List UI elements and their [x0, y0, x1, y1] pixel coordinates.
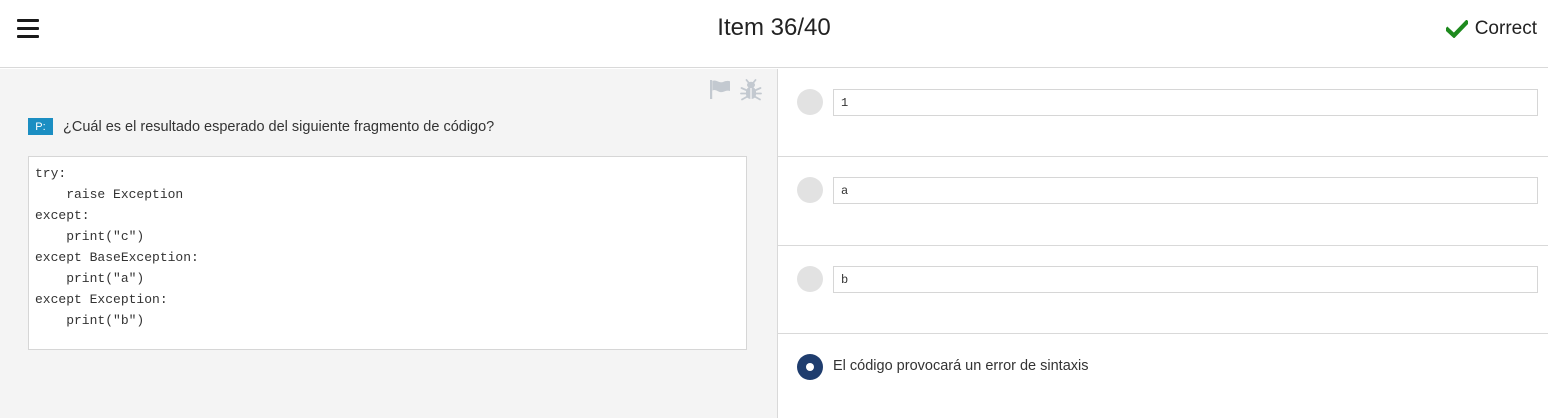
- top-bar: Item 36/40 Correct: [0, 0, 1548, 68]
- answer-option-2[interactable]: a: [778, 157, 1548, 246]
- answer-option-3[interactable]: b: [778, 246, 1548, 334]
- question-badge: P:: [28, 118, 53, 135]
- flag-icon[interactable]: [709, 79, 731, 104]
- answer-options: 1 a b El código provocará un error de si…: [778, 69, 1548, 418]
- hamburger-menu-icon[interactable]: [17, 19, 39, 38]
- radio-button-selected[interactable]: [797, 354, 823, 380]
- code-snippet: try: raise Exception except: print("c") …: [28, 156, 747, 350]
- answer-option-4[interactable]: El código provocará un error de sintaxis: [778, 334, 1548, 418]
- code-text: try: raise Exception except: print("c") …: [35, 166, 199, 328]
- answer-option-1[interactable]: 1: [778, 69, 1548, 157]
- result-label: Correct: [1474, 18, 1537, 39]
- question-text: ¿Cuál es el resultado esperado del sigui…: [63, 118, 495, 135]
- item-counter-title: Item 36/40: [717, 14, 831, 41]
- bug-report-icon[interactable]: [740, 79, 762, 106]
- question-pane: P: ¿Cuál es el resultado esperado del si…: [0, 69, 777, 418]
- option-label: 1: [833, 89, 1538, 116]
- option-label: b: [833, 266, 1538, 293]
- option-label: El código provocará un error de sintaxis: [833, 358, 1089, 374]
- checkmark-icon: [1445, 20, 1468, 38]
- radio-button[interactable]: [797, 89, 823, 115]
- question-prompt: P: ¿Cuál es el resultado esperado del si…: [28, 118, 494, 135]
- radio-button[interactable]: [797, 177, 823, 203]
- radio-button[interactable]: [797, 266, 823, 292]
- result-status: Correct: [1445, 17, 1537, 41]
- option-label: a: [833, 177, 1538, 204]
